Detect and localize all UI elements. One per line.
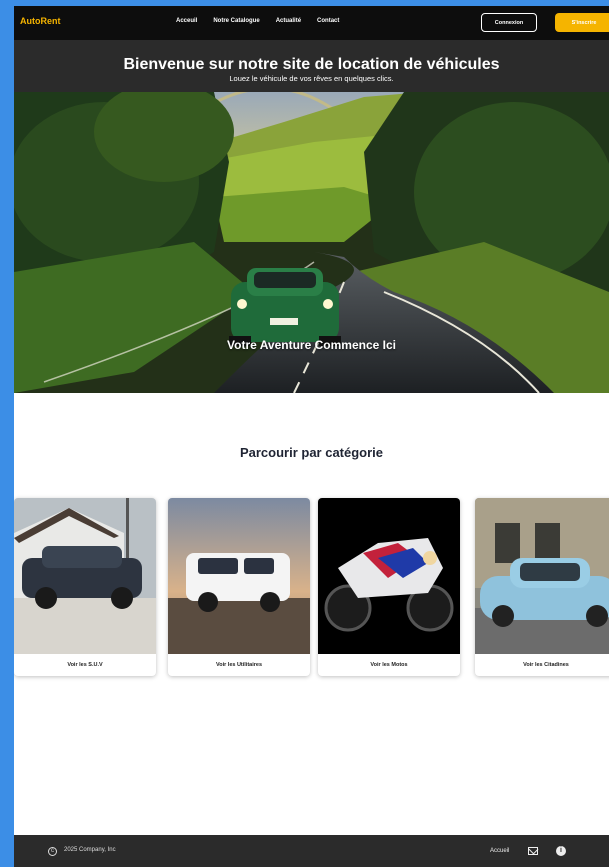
signup-button[interactable]: S'inscrire — [555, 13, 609, 32]
category-label-motos: Voir les Motos — [370, 662, 408, 668]
copyright-icon: c — [48, 847, 57, 856]
category-card-utilitaires[interactable]: Voir les Utilitaires — [168, 498, 310, 676]
suv-photo — [14, 498, 156, 654]
categories-title: Parcourir par catégorie — [239, 445, 384, 460]
nav-link-accueil[interactable]: Acceuil — [176, 18, 197, 24]
footer-copyright: 2025 Company, Inc — [64, 847, 116, 853]
page-frame: AutoRent Acceuil Notre Catalogue Actuali… — [14, 6, 609, 867]
van-photo — [168, 498, 310, 654]
nav-link-catalogue[interactable]: Notre Catalogue — [213, 18, 259, 24]
top-navbar: AutoRent Acceuil Notre Catalogue Actuali… — [14, 6, 609, 40]
footer-link-accueil[interactable]: Accueil — [490, 848, 509, 854]
category-card-citadines[interactable]: Voir les Citadines — [475, 498, 609, 676]
nav-links: Acceuil Notre Catalogue Actualité Contac… — [176, 18, 339, 24]
moto-photo — [318, 498, 460, 654]
category-card-motos[interactable]: Voir les Motos — [318, 498, 460, 676]
mail-icon[interactable] — [528, 847, 538, 855]
hero-title: Bienvenue sur notre site de location de … — [123, 56, 500, 73]
footer: c 2025 Company, Inc Accueil i — [14, 835, 609, 867]
hero-caption: Votre Aventure Commence Ici — [227, 338, 396, 352]
nav-link-actualite[interactable]: Actualité — [276, 18, 301, 24]
category-label-citadines: Voir les Citadines — [523, 662, 569, 668]
category-card-suv[interactable]: Voir les S.U.V — [14, 498, 156, 676]
hero-subtitle: Louez le véhicule de vos rêves en quelqu… — [229, 74, 394, 83]
nav-link-contact[interactable]: Contact — [317, 18, 339, 24]
info-icon[interactable]: i — [556, 846, 566, 856]
category-cards: Voir les S.U.V Voir les Utilitaires Voir… — [14, 498, 609, 683]
login-button[interactable]: Connexion — [481, 13, 537, 32]
category-label-utilitaires: Voir les Utilitaires — [215, 662, 263, 668]
citadine-photo — [475, 498, 609, 654]
hero-header: Bienvenue sur notre site de location de … — [14, 40, 609, 92]
category-label-suv: Voir les S.U.V — [67, 662, 103, 668]
brand-logo[interactable]: AutoRent — [20, 16, 61, 26]
